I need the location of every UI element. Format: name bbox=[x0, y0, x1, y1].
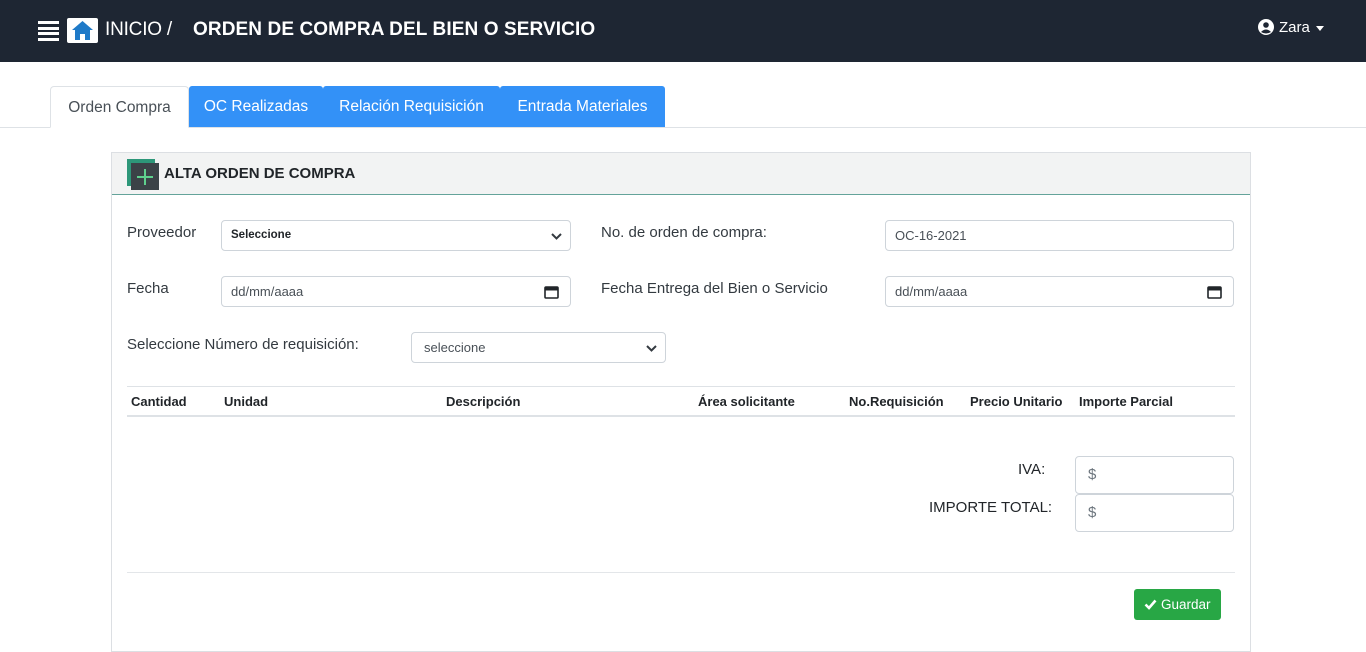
importe-total-input[interactable]: $ bbox=[1075, 494, 1234, 532]
plus-icon bbox=[127, 159, 159, 190]
guardar-button[interactable]: Guardar bbox=[1134, 589, 1221, 620]
chevron-down-icon bbox=[646, 345, 657, 352]
chevron-down-icon bbox=[551, 233, 562, 240]
col-descripcion: Descripción bbox=[446, 394, 521, 409]
iva-input[interactable]: $ bbox=[1075, 456, 1234, 494]
fecha-input[interactable]: dd/mm/aaaa bbox=[221, 276, 571, 307]
home-icon[interactable] bbox=[67, 18, 98, 43]
tab-entrada-materiales[interactable]: Entrada Materiales bbox=[500, 86, 665, 127]
importe-total-placeholder: $ bbox=[1088, 504, 1097, 521]
fecha-entrega-input[interactable]: dd/mm/aaaa bbox=[885, 276, 1234, 307]
table-header-border bbox=[127, 415, 1235, 417]
hamburger-menu-icon[interactable] bbox=[38, 21, 59, 41]
col-area-solicitante: Área solicitante bbox=[698, 394, 795, 409]
proveedor-select-value: Seleccione bbox=[231, 229, 292, 241]
card-title: ALTA ORDEN DE COMPRA bbox=[164, 165, 356, 182]
requisicion-select[interactable]: seleccione bbox=[411, 332, 666, 363]
alta-orden-card: ALTA ORDEN DE COMPRA Proveedor Seleccion… bbox=[111, 152, 1251, 652]
calendar-icon[interactable] bbox=[544, 285, 559, 299]
footer-divider bbox=[127, 572, 1235, 573]
tab-oc-realizadas[interactable]: OC Realizadas bbox=[189, 86, 323, 127]
fecha-entrega-label: Fecha Entrega del Bien o Servicio bbox=[601, 280, 828, 297]
card-header: ALTA ORDEN DE COMPRA bbox=[112, 153, 1250, 195]
tab-relacion-requisicion[interactable]: Relación Requisición bbox=[323, 86, 500, 127]
check-icon bbox=[1144, 599, 1157, 610]
breadcrumb-home[interactable]: INICIO / bbox=[105, 19, 172, 41]
iva-label: IVA: bbox=[1018, 461, 1046, 478]
orden-input-value: OC-16-2021 bbox=[895, 228, 967, 243]
top-navbar: INICIO / ORDEN DE COMPRA DEL BIEN O SERV… bbox=[0, 0, 1366, 62]
table-top-border bbox=[127, 386, 1235, 387]
col-cantidad: Cantidad bbox=[131, 394, 187, 409]
iva-placeholder: $ bbox=[1088, 466, 1097, 483]
col-precio-unitario: Precio Unitario bbox=[970, 394, 1063, 409]
requisicion-label: Seleccione Número de requisición: bbox=[127, 336, 359, 353]
fecha-entrega-placeholder: dd/mm/aaaa bbox=[895, 284, 968, 299]
proveedor-label: Proveedor bbox=[127, 224, 197, 241]
tab-orden-compra[interactable]: Orden Compra bbox=[50, 86, 189, 128]
col-importe-parcial: Importe Parcial bbox=[1079, 394, 1173, 409]
calendar-icon[interactable] bbox=[1207, 285, 1222, 299]
page-title: ORDEN DE COMPRA DEL BIEN O SERVICIO bbox=[193, 19, 596, 40]
guardar-label: Guardar bbox=[1161, 597, 1211, 612]
caret-down-icon bbox=[1316, 26, 1324, 31]
col-no-requisicion: No.Requisición bbox=[849, 394, 944, 409]
proveedor-select[interactable]: Seleccione bbox=[221, 220, 571, 251]
importe-total-label: IMPORTE TOTAL: bbox=[929, 499, 1053, 516]
col-unidad: Unidad bbox=[224, 394, 269, 409]
orden-input[interactable]: OC-16-2021 bbox=[885, 220, 1234, 251]
tabs-divider bbox=[0, 127, 1366, 128]
fecha-placeholder: dd/mm/aaaa bbox=[231, 284, 304, 299]
user-name: Zara bbox=[1279, 19, 1310, 36]
user-circle-icon bbox=[1258, 19, 1274, 35]
requisicion-select-value: seleccione bbox=[424, 340, 486, 355]
fecha-label: Fecha bbox=[127, 280, 169, 297]
orden-label: No. de orden de compra: bbox=[601, 224, 767, 241]
